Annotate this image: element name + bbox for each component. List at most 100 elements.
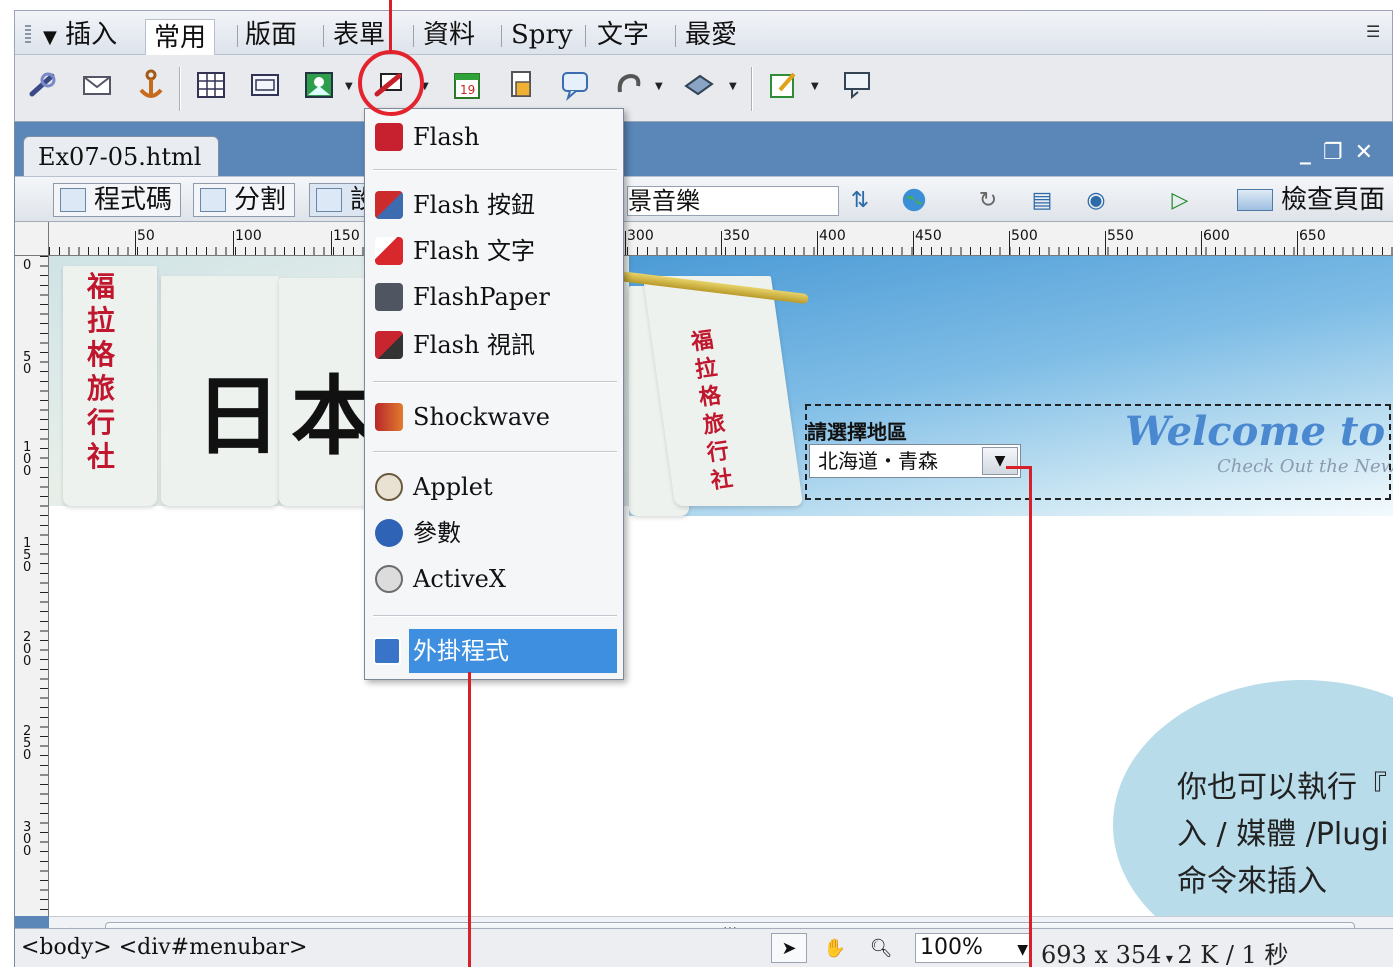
chevron-down-icon[interactable]: ▼ [982, 447, 1018, 475]
hyperlink-icon[interactable] [23, 65, 63, 105]
ruler-tick [625, 231, 626, 255]
ruler-label: 250 [23, 724, 32, 763]
ruler-tick [817, 231, 818, 255]
title-input[interactable]: 景音樂 [627, 186, 839, 216]
flash-icon [375, 123, 403, 151]
script-icon[interactable] [679, 65, 719, 105]
zoom-tool-icon[interactable]: 🔍︎ [863, 933, 899, 963]
menu-item-flash-video[interactable]: Flash 視訊 [369, 323, 619, 367]
document-tab[interactable]: Ex07-05.html [23, 136, 219, 176]
menu-item-flashpaper[interactable]: FlashPaper [369, 275, 619, 319]
menu-item-label: Flash 按鈕 [413, 191, 536, 219]
check-page-button[interactable]: 檢查頁面 [1231, 183, 1385, 217]
window-size-readout[interactable]: 693 x 354 ▾ 2 K / 1 秒 [1041, 935, 1288, 967]
comment-icon[interactable] [555, 65, 595, 105]
split-view-icon [200, 188, 226, 212]
tag-selector[interactable]: <body> <div#menubar> [21, 935, 307, 960]
design-view-icon [316, 188, 342, 212]
panel-options-icon[interactable]: ☰ [1366, 23, 1386, 41]
panel-grip-icon[interactable] [25, 25, 31, 45]
chevron-down-icon: ▼ [1017, 942, 1028, 958]
menu-item-label: Shockwave [413, 403, 550, 431]
region-select[interactable]: 北海道・青森 ▼ [809, 444, 1021, 478]
image-icon[interactable] [299, 65, 339, 105]
menu-item-activex[interactable]: ActiveX [369, 557, 619, 601]
validate-markup-icon[interactable]: ▷ [1163, 185, 1197, 215]
ruler-corner[interactable] [15, 222, 49, 256]
ruler-label: 50 [137, 228, 155, 244]
hand-tool-icon[interactable]: ✋ [817, 933, 853, 963]
tab-common[interactable]: 常用 [145, 19, 216, 55]
code-view-icon [60, 188, 86, 212]
templates-dropdown-arrow-icon[interactable]: ▼ [811, 81, 819, 92]
callout-text: 你也可以執行『 入 / 媒體 /Plugi 命令來插入 [1177, 770, 1389, 899]
ruler-label: 300 [23, 820, 32, 859]
image-dropdown-arrow-icon[interactable]: ▼ [345, 81, 353, 92]
ruler-label: 150 [23, 536, 32, 575]
head-icon[interactable] [609, 65, 649, 105]
tag-chooser-icon[interactable] [837, 65, 877, 105]
preview-in-browser-icon[interactable] [897, 185, 931, 215]
ruler-label: 50 [23, 350, 32, 377]
menu-item-applet[interactable]: Applet [369, 465, 619, 509]
ruler-label: 0 [23, 258, 32, 273]
document-window: Ex07-05.html _❐✕ 程式碼 分割 設 景音樂 ⇅ ↻ ▤ ◉ ▷ … [14, 122, 1393, 967]
design-canvas[interactable]: 福拉格旅行社 日本 福拉格旅行社 Welcome to Ja Check Out… [49, 256, 1393, 916]
head-dropdown-arrow-icon[interactable]: ▼ [655, 81, 663, 92]
tab-layout[interactable]: 版面 [245, 17, 297, 53]
menubar-div[interactable]: 請選擇地區 北海道・青森 ▼ [805, 404, 1391, 500]
region-label: 請選擇地區 [807, 420, 907, 444]
split-view-button[interactable]: 分割 [193, 183, 296, 217]
tab-forms[interactable]: 表單 [333, 17, 385, 53]
email-link-icon[interactable] [77, 65, 117, 105]
file-management-icon[interactable]: ⇅ [843, 185, 877, 215]
code-view-button[interactable]: 程式碼 [53, 183, 182, 217]
ruler-label: 400 [819, 228, 846, 244]
ruler-tick [233, 231, 234, 255]
chevron-down-icon: ▾ [1161, 951, 1178, 967]
ruler-tick [1201, 231, 1202, 255]
check-page-label: 檢查頁面 [1281, 185, 1386, 215]
menu-separator [373, 615, 617, 617]
server-side-include-icon[interactable] [501, 65, 541, 105]
insert-menu-toggle[interactable]: ▼ 插入 [43, 17, 117, 53]
pointer-tool-icon[interactable]: ➤ [771, 933, 807, 963]
ruler-tick [331, 231, 332, 255]
toolbar-divider [751, 67, 753, 111]
svg-text:19: 19 [460, 83, 475, 97]
tab-spry[interactable]: Spry [511, 17, 573, 53]
script-dropdown-arrow-icon[interactable]: ▼ [729, 81, 737, 92]
tab-divider [501, 25, 502, 47]
media-dropdown-menu: Flash Flash 按鈕 Flash 文字 FlashPaper Flash… [364, 108, 624, 680]
visual-aids-icon[interactable]: ◉ [1079, 185, 1113, 215]
menu-item-plugin[interactable]: 外掛程式 [373, 629, 617, 673]
document-toolbar: 程式碼 分割 設 景音樂 ⇅ ↻ ▤ ◉ ▷ 檢查頁面 [15, 176, 1393, 222]
tab-data[interactable]: 資料 [423, 17, 475, 53]
named-anchor-icon[interactable] [131, 65, 171, 105]
close-icon[interactable]: ✕ [1355, 140, 1385, 165]
flash-video-icon [375, 331, 403, 359]
annotation-line [389, 0, 392, 52]
view-options-icon[interactable]: ▤ [1025, 185, 1059, 215]
refresh-icon[interactable]: ↻ [971, 185, 1005, 215]
check-page-icon [1237, 189, 1273, 211]
menu-item-flash-button[interactable]: Flash 按鈕 [369, 183, 619, 227]
annotation-line [468, 672, 471, 967]
annotation-line [1029, 466, 1032, 967]
zoom-select[interactable]: 100% ▼ [915, 933, 1031, 963]
tab-text[interactable]: 文字 [597, 17, 649, 53]
menu-item-shockwave[interactable]: Shockwave [369, 395, 619, 439]
menu-item-parameters[interactable]: 參數 [369, 511, 619, 555]
restore-icon[interactable]: ❐ [1323, 140, 1355, 165]
tab-favorites[interactable]: 最愛 [685, 17, 737, 53]
menu-item-label: FlashPaper [413, 283, 550, 311]
minimize-icon[interactable]: _ [1300, 140, 1323, 165]
menu-item-flash-text[interactable]: Flash 文字 [369, 229, 619, 273]
table-icon[interactable] [191, 65, 231, 105]
activex-icon [375, 565, 403, 593]
layer-icon[interactable] [245, 65, 285, 105]
templates-icon[interactable] [763, 65, 803, 105]
menu-item-flash[interactable]: Flash [369, 115, 619, 159]
date-icon[interactable]: 19 [447, 65, 487, 105]
menu-item-label: Flash 文字 [413, 237, 536, 265]
